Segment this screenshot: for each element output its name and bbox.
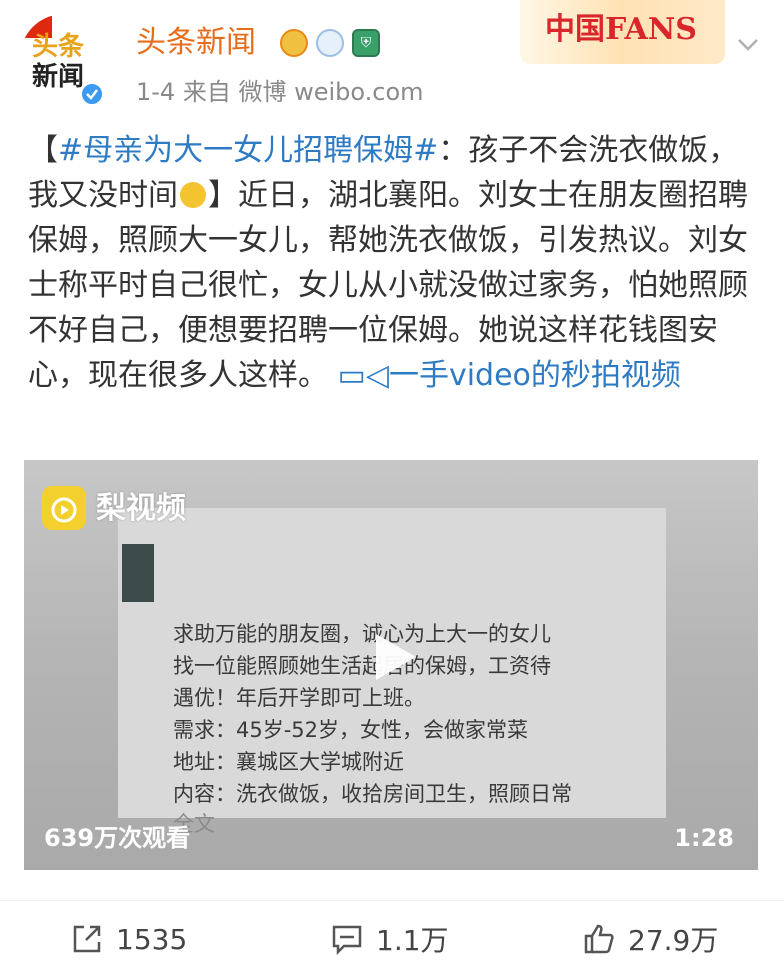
- action-bar: 1535 1.1万 27.9万: [0, 900, 784, 975]
- hashtag-link[interactable]: #母亲为大一女儿招聘保姆#: [58, 133, 438, 168]
- like-count: 27.9万: [628, 924, 719, 957]
- comment-icon: [332, 925, 362, 956]
- repost-button[interactable]: 1535: [70, 919, 187, 959]
- avatar-text-bottom: 新闻: [32, 62, 85, 92]
- shield-icon: ⛨: [352, 29, 380, 57]
- chevron-down-icon[interactable]: [734, 30, 762, 58]
- bracket-open: 【: [28, 133, 58, 168]
- like-icon: [584, 924, 614, 954]
- video-source-label: 梨视频: [96, 491, 186, 526]
- user-badges: ⛨: [280, 26, 380, 60]
- screen-line: 地址：襄城区大学城附近: [173, 750, 404, 774]
- repost-icon: [73, 925, 101, 953]
- comment-button[interactable]: 1.1万: [330, 919, 449, 959]
- screen-line: 需求：45岁-52岁，女性，会做家常菜: [173, 718, 529, 742]
- video-player[interactable]: 求助万能的朋友圈，诚心为上大一的女儿 找一位能照顾她生活起居的保姆，工资待 遇优…: [24, 460, 758, 870]
- play-icon[interactable]: [358, 624, 424, 690]
- medal-icon: [280, 29, 308, 57]
- like-button[interactable]: 27.9万: [582, 919, 718, 959]
- screen-line: 内容：洗衣做饭，收拾房间卫生，照顾日常: [173, 782, 572, 806]
- post-meta: 1-4 来自 微博 weibo.com: [136, 78, 424, 106]
- fans-banner: 中国FANS: [520, 0, 725, 64]
- video-link-icon[interactable]: ▭◁: [328, 358, 389, 393]
- username[interactable]: 头条新闻: [136, 24, 256, 62]
- comment-count: 1.1万: [376, 924, 449, 957]
- post-body: 【#母亲为大一女儿招聘保姆#：孩子不会洗衣做饭，我又没时间 】近日，湖北襄阳。刘女…: [28, 128, 758, 398]
- verified-icon: [80, 82, 104, 106]
- smile-emoji-icon: [180, 182, 206, 208]
- view-count: 639万次观看: [44, 824, 191, 852]
- video-duration: 1:28: [674, 824, 734, 852]
- avatar-text-top: 头条: [32, 32, 85, 62]
- screen-thumbnail: [122, 544, 154, 602]
- banner-text: 中国FANS: [545, 12, 697, 47]
- video-link[interactable]: 一手video的秒拍视频: [389, 358, 681, 393]
- post-header: 头条 新闻 头条新闻 ⛨ 1-4 来自 微博 weibo.com 中国FANS: [0, 0, 784, 120]
- repost-count: 1535: [116, 922, 188, 956]
- pear-video-logo-icon: [42, 486, 86, 530]
- cat-icon: [316, 29, 344, 57]
